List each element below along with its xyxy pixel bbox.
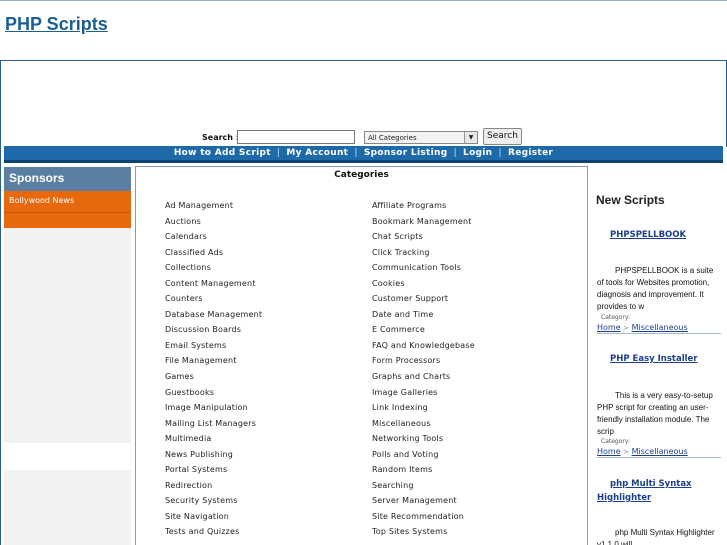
category-link[interactable]: Top Sites Systems (372, 526, 475, 542)
category-link[interactable]: Classified Ads (165, 247, 262, 263)
category-link[interactable]: Graphs and Charts (372, 371, 475, 387)
category-link[interactable]: Multimedia (165, 433, 262, 449)
category-link[interactable]: Chat Scripts (372, 231, 475, 247)
category-link[interactable]: Random Items (372, 464, 475, 480)
search-bar: Search : All Categories ▼ Search (0, 128, 727, 146)
new-script-title-link[interactable]: PHP Easy Installer (610, 354, 698, 364)
category-link[interactable]: Networking Tools (372, 433, 475, 449)
site-header: PHP Scripts (0, 0, 727, 61)
new-script-description: php Multi Syntax Highlighter v1.1.0 will (597, 528, 715, 545)
new-script-breadcrumb: Home > Miscellaneous (597, 323, 721, 334)
categories-right-column: Affiliate Programs Bookmark Management C… (372, 200, 475, 542)
new-script-title-link[interactable]: PHPSPELLBOOK (610, 230, 686, 240)
category-link[interactable]: Communication Tools (372, 262, 475, 278)
category-select[interactable]: All Categories ▼ (364, 131, 478, 144)
breadcrumb-category-link[interactable]: Miscellaneous (632, 447, 688, 456)
new-script-description: This is a very easy-to-setup PHP script … (597, 391, 713, 436)
search-input[interactable] (237, 130, 355, 144)
sponsors-heading: Sponsors (4, 167, 131, 191)
category-link[interactable]: Date and Time (372, 309, 475, 325)
category-link[interactable]: Affiliate Programs (372, 200, 475, 216)
new-script-category-label: Category: (601, 314, 630, 321)
sidebar-ad-panel (4, 228, 131, 443)
category-link[interactable]: Database Management (165, 309, 262, 325)
nav-register[interactable]: Register (502, 148, 559, 158)
category-link[interactable]: Miscellaneous (372, 418, 475, 434)
category-link[interactable]: Site Navigation (165, 511, 262, 527)
category-link[interactable]: Auctions (165, 216, 262, 232)
nav-how-to-add-script[interactable]: How to Add Script (168, 148, 277, 158)
category-link[interactable]: News Publishing (165, 449, 262, 465)
category-link[interactable]: Content Management (165, 278, 262, 294)
category-link[interactable]: E Commerce (372, 324, 475, 340)
search-button[interactable]: Search (483, 128, 522, 145)
breadcrumb-separator: > (623, 448, 630, 456)
nav-sponsor-listing[interactable]: Sponsor Listing (358, 148, 454, 158)
site-title-link[interactable]: PHP Scripts (5, 14, 108, 35)
category-link[interactable]: Portal Systems (165, 464, 262, 480)
category-link[interactable]: Discussion Boards (165, 324, 262, 340)
category-link[interactable]: Security Systems (165, 495, 262, 511)
category-link[interactable]: Calendars (165, 231, 262, 247)
category-link[interactable]: Cookies (372, 278, 475, 294)
nav-login[interactable]: Login (457, 148, 498, 158)
new-script-title-link-cont[interactable]: Highlighter (597, 493, 651, 503)
category-link[interactable]: Counters (165, 293, 262, 309)
top-nav: How to Add Script | My Account | Sponsor Lis… (4, 146, 723, 163)
sidebar-ad-panel-lower (4, 470, 131, 545)
new-scripts-heading: New Scripts (596, 193, 665, 207)
category-link[interactable]: Searching (372, 480, 475, 496)
new-script-description: PHPSPELLBOOK is a suite of tools for Web… (597, 266, 714, 311)
sponsor-link-bollywood-news[interactable]: Bollywood News (4, 191, 131, 212)
category-link[interactable]: Site Recommendation (372, 511, 475, 527)
breadcrumb-home-link[interactable]: Home (597, 323, 621, 332)
category-link[interactable]: Server Management (372, 495, 475, 511)
category-link[interactable]: Tests and Quizzes (165, 526, 262, 542)
category-link[interactable]: Collections (165, 262, 262, 278)
breadcrumb-home-link[interactable]: Home (597, 447, 621, 456)
categories-left-column: Ad Management Auctions Calendars Classif… (165, 200, 262, 542)
categories-panel: Categories Ad Management Auctions Calend… (135, 166, 588, 545)
sponsor-band (4, 212, 131, 228)
breadcrumb-separator: > (623, 324, 630, 332)
category-link[interactable]: Mailing List Managers (165, 418, 262, 434)
new-script-category-label: Category: (601, 438, 630, 445)
category-select-value: All Categories (368, 134, 417, 142)
chevron-down-icon: ▼ (464, 132, 477, 143)
nav-my-account[interactable]: My Account (280, 148, 354, 158)
category-link[interactable]: FAQ and Knowledgebase (372, 340, 475, 356)
category-link[interactable]: Games (165, 371, 262, 387)
category-link[interactable]: Email Systems (165, 340, 262, 356)
category-link[interactable]: Form Processors (372, 355, 475, 371)
category-link[interactable]: Guestbooks (165, 387, 262, 403)
category-link[interactable]: Image Manipulation (165, 402, 262, 418)
category-link[interactable]: Image Galleries (372, 387, 475, 403)
category-link[interactable]: Link Indexing (372, 402, 475, 418)
category-link[interactable]: Polls and Voting (372, 449, 475, 465)
category-link[interactable]: Customer Support (372, 293, 475, 309)
category-link[interactable]: File Management (165, 355, 262, 371)
new-script-breadcrumb: Home > Miscellaneous (597, 447, 721, 458)
search-label: Search : (202, 133, 239, 142)
breadcrumb-category-link[interactable]: Miscellaneous (632, 323, 688, 332)
categories-title: Categories (334, 170, 389, 180)
new-script-title-link[interactable]: php Multi Syntax (610, 479, 692, 489)
page-left-border (0, 0, 1, 545)
category-link[interactable]: Ad Management (165, 200, 262, 216)
category-link[interactable]: Redirection (165, 480, 262, 496)
category-link[interactable]: Bookmark Management (372, 216, 475, 232)
category-link[interactable]: Click Tracking (372, 247, 475, 263)
